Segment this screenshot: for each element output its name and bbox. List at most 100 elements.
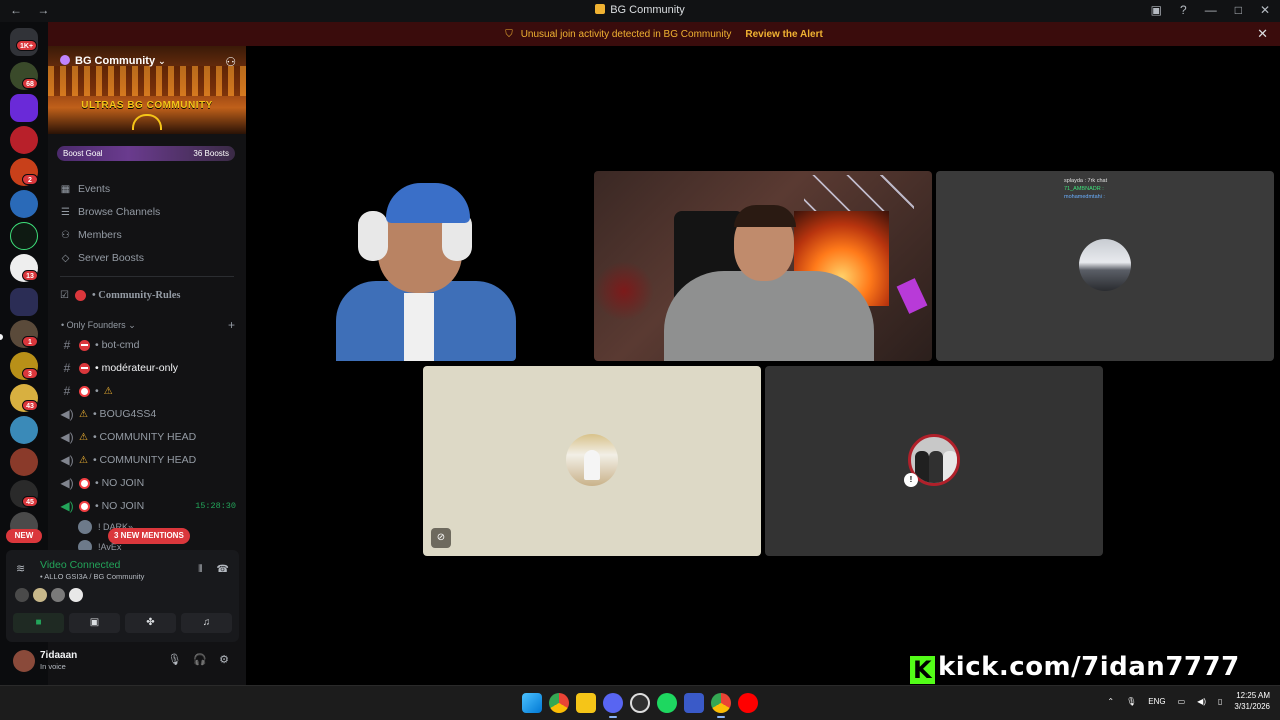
hash-icon: #	[63, 361, 71, 375]
microphone-icon[interactable]: 🎙	[167, 653, 181, 666]
video-tile-5[interactable]: !	[765, 366, 1103, 556]
participant-avatars	[15, 588, 83, 602]
video-off-icon: ⊘	[431, 528, 451, 548]
battery-icon[interactable]: ▯	[1218, 697, 1222, 706]
video-tile-4[interactable]: ⊘	[423, 366, 761, 556]
category-only-founders[interactable]: • Only Founders ⌄ +	[61, 318, 235, 332]
nav-server-boosts[interactable]: ◇ Server Boosts	[60, 252, 144, 264]
no-entry-icon	[79, 339, 90, 351]
voice-status[interactable]: Video Connected	[40, 559, 120, 571]
nav-members[interactable]: ⚇ Members	[60, 229, 122, 241]
nav-label: Browse Channels	[78, 206, 161, 218]
server-badge: 13	[22, 270, 38, 281]
avatar[interactable]	[13, 650, 35, 672]
signal-icon[interactable]: ≋	[16, 562, 34, 578]
chevron-down-icon: ⌄	[158, 56, 166, 66]
nav-events[interactable]: ▦ Events	[60, 183, 110, 195]
inbox-icon[interactable]: ▣	[1151, 3, 1162, 17]
server-icon-2[interactable]	[10, 94, 38, 122]
ban-icon	[79, 477, 90, 489]
chrome-icon[interactable]	[549, 693, 569, 713]
nav-browse-channels[interactable]: ☰ Browse Channels	[60, 206, 160, 218]
channel-name: • NO JOIN	[95, 477, 145, 489]
gear-icon[interactable]: ⚙	[219, 653, 229, 666]
microphone-icon[interactable]: 🎙	[1126, 697, 1136, 706]
help-icon[interactable]: ?	[1180, 3, 1187, 17]
server-icon-11[interactable]	[10, 416, 38, 444]
participant-avatar	[1079, 239, 1131, 291]
server-badge: 43	[22, 400, 38, 411]
channel-warning[interactable]: # • ⚠	[60, 384, 236, 398]
warning-icon: ⚠	[79, 431, 88, 443]
soundboard-button[interactable]: ♫	[181, 613, 232, 633]
clock[interactable]: 12:25 AM 3/31/2026	[1234, 690, 1270, 712]
channel-moderateur-only[interactable]: # • modérateur-only	[60, 361, 236, 375]
server-icon	[595, 4, 606, 14]
server-banner[interactable]: BG Community ⌄ ⚇ ULTRAS BG COMMUNITY	[48, 46, 246, 134]
volume-icon[interactable]: ◀)	[1197, 697, 1206, 706]
streamer-hoodie	[664, 271, 874, 361]
channel-bot-cmd[interactable]: # • bot-cmd	[60, 338, 236, 352]
chevron-down-icon: ⌄	[125, 320, 136, 330]
invite-icon[interactable]: ⚇	[225, 55, 236, 69]
voice-channel-no-join-live[interactable]: ◀) • NO JOIN 15:28:30	[60, 499, 236, 513]
server-icon-6[interactable]	[10, 222, 38, 250]
close-icon[interactable]: ✕	[1257, 26, 1268, 42]
disconnect-icon[interactable]: ☎	[217, 564, 229, 575]
boost-goal-bar[interactable]: Boost Goal 36 Boosts	[57, 146, 235, 161]
minimize-button[interactable]: —	[1205, 3, 1217, 17]
server-icon-12[interactable]	[10, 448, 38, 476]
file-explorer-icon[interactable]	[576, 693, 596, 713]
windows-start-icon[interactable]	[522, 693, 542, 713]
home-badge: 1K+	[16, 40, 38, 51]
avatar[interactable]	[15, 588, 29, 602]
voice-channel-community-head-2[interactable]: ◀) ⚠ • COMMUNITY HEAD	[60, 453, 236, 467]
kick-logo-icon: K	[910, 656, 935, 684]
screen-share-button[interactable]: ▣	[69, 613, 120, 633]
obs-icon[interactable]	[630, 693, 650, 713]
video-tile-1[interactable]	[326, 171, 516, 361]
voice-actions: ⦀ ☎	[198, 564, 229, 575]
avatar[interactable]	[69, 588, 83, 602]
activities-button[interactable]: ✤	[125, 613, 176, 633]
app-icon[interactable]	[684, 693, 704, 713]
new-unreads-pill[interactable]: NEW	[6, 529, 42, 543]
server-icon-3[interactable]	[10, 126, 38, 154]
new-mentions-pill[interactable]: 3 NEW MENTIONS	[108, 528, 190, 544]
channel-community-rules[interactable]: ☑ • Community-Rules	[60, 290, 181, 301]
voice-channel-no-join[interactable]: ◀) • NO JOIN	[60, 476, 236, 490]
discord-icon[interactable]	[603, 693, 623, 718]
spotify-icon[interactable]	[657, 693, 677, 713]
maximize-button[interactable]: □	[1235, 3, 1242, 17]
avatar[interactable]	[51, 588, 65, 602]
server-name-button[interactable]: BG Community ⌄	[60, 55, 166, 67]
voice-location[interactable]: • ALLO GSI3A / BG Community	[40, 572, 144, 581]
username[interactable]: 7idaaan	[40, 650, 77, 661]
network-icon[interactable]: ▭	[1178, 697, 1186, 706]
headphones-icon[interactable]: 🎧	[193, 653, 207, 666]
video-tile-2[interactable]	[594, 171, 932, 361]
review-alert-link[interactable]: Review the Alert	[745, 29, 822, 40]
taskbar-apps	[522, 693, 758, 718]
video-tile-3[interactable]: splayda : 7rk chat 71_AMBNADR : mohamedm…	[936, 171, 1274, 361]
folder-icon[interactable]	[10, 288, 38, 316]
chevron-up-icon[interactable]: ⌃	[1107, 697, 1114, 706]
nav-label: Members	[78, 229, 122, 241]
warning-icon: ⚠	[103, 385, 113, 397]
noise-suppression-icon[interactable]: ⦀	[198, 564, 202, 575]
youtube-icon[interactable]	[738, 693, 758, 713]
camera-button[interactable]: ■	[13, 613, 64, 633]
chrome-icon-2[interactable]	[711, 693, 731, 718]
speaker-icon: ◀)	[60, 430, 74, 444]
avatar[interactable]	[33, 588, 47, 602]
server-icon-5[interactable]	[10, 190, 38, 218]
ban-icon	[79, 500, 90, 512]
language-indicator[interactable]: ENG	[1148, 697, 1165, 706]
add-channel-icon[interactable]: +	[228, 318, 235, 332]
avatar	[78, 520, 92, 534]
members-icon: ⚇	[61, 230, 70, 241]
voice-channel-community-head[interactable]: ◀) ⚠ • COMMUNITY HEAD	[60, 430, 236, 444]
voice-channel-boug4ss4[interactable]: ◀) ⚠ • BOUG4SS4	[60, 407, 236, 421]
close-button[interactable]: ✕	[1260, 3, 1270, 17]
chat-line: splayda : 7rk chat	[1064, 178, 1108, 184]
